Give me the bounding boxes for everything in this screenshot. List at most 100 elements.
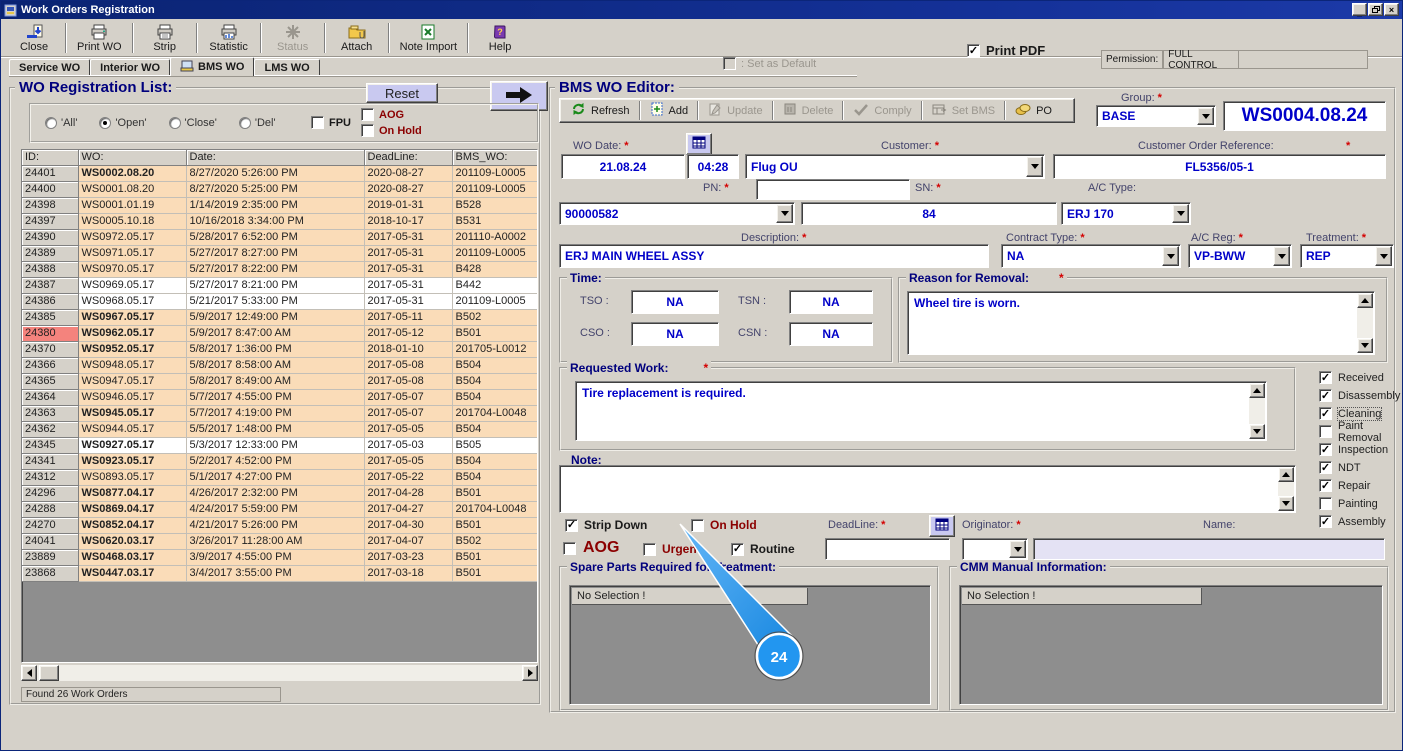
scroll-down-button[interactable]: [1357, 338, 1373, 353]
chevron-down-icon[interactable]: [1197, 107, 1214, 125]
table-row[interactable]: 24364 WS0946.05.17 5/7/2017 4:55:00 PM 2017…: [22, 389, 537, 406]
column-header-date[interactable]: Date:: [186, 150, 365, 166]
chevron-down-icon[interactable]: [1162, 246, 1179, 266]
description-field[interactable]: ERJ MAIN WHEEL ASSY: [559, 244, 989, 268]
scroll-left-button[interactable]: [21, 665, 37, 681]
stage-checkbox-painting[interactable]: [1319, 497, 1332, 510]
column-header-deadline[interactable]: DeadLine:: [364, 150, 453, 166]
on-hold-filter-checkbox[interactable]: [361, 124, 374, 137]
chevron-down-icon[interactable]: [1273, 246, 1290, 266]
table-row[interactable]: 24385 WS0967.05.17 5/9/2017 12:49:00 PM 201…: [22, 309, 537, 326]
table-row[interactable]: 24401 WS0002.08.20 8/27/2020 5:26:00 PM 202…: [22, 165, 537, 182]
table-horizontal-scrollbar[interactable]: [21, 665, 538, 681]
stage-checkbox-cleaning[interactable]: ✓: [1319, 407, 1332, 420]
table-row[interactable]: 24041 WS0620.03.17 3/26/2017 11:28:00 AM 20…: [22, 533, 537, 550]
tab-service-wo[interactable]: Service WO: [9, 59, 91, 76]
table-row[interactable]: 24370 WS0952.05.17 5/8/2017 1:36:00 PM 2018…: [22, 341, 537, 358]
filter-radio-all[interactable]: 'All': [45, 117, 77, 129]
tso-field[interactable]: NA: [631, 290, 719, 314]
stage-checkbox-assembly[interactable]: ✓: [1319, 515, 1332, 528]
stage-checkbox-paint-removal[interactable]: [1319, 425, 1332, 438]
editor-button-po[interactable]: PO: [1008, 100, 1059, 121]
pn-search-field[interactable]: [756, 179, 910, 200]
customer-combo[interactable]: Flug OU: [745, 154, 1045, 179]
wo-time-field[interactable]: 04:28: [687, 154, 739, 179]
set-as-default-checkbox[interactable]: [723, 57, 736, 70]
aog-filter-checkbox[interactable]: [361, 108, 374, 121]
stage-checkbox-received[interactable]: ✓: [1319, 371, 1332, 384]
strip-down-checkbox[interactable]: ✓: [565, 518, 578, 532]
urgent-checkbox[interactable]: [643, 542, 656, 556]
table-row[interactable]: 24366 WS0948.05.17 5/8/2017 8:58:00 AM 2017…: [22, 357, 537, 374]
scrollbar-thumb[interactable]: [39, 665, 59, 681]
acreg-combo[interactable]: VP-BWW: [1188, 244, 1292, 268]
aog-checkbox[interactable]: [563, 541, 576, 555]
note-scrollbar[interactable]: [1278, 467, 1294, 511]
note-textarea[interactable]: [559, 465, 1296, 513]
table-row[interactable]: 24390 WS0972.05.17 5/28/2017 6:52:00 PM 201…: [22, 229, 537, 246]
deadline-calendar-button[interactable]: [929, 515, 955, 537]
table-row[interactable]: 24288 WS0869.04.17 4/24/2017 5:59:00 PM 201…: [22, 501, 537, 518]
tab-bms-wo[interactable]: BMS WO: [170, 57, 255, 76]
toolbar-button-print-wo[interactable]: Print WO: [69, 21, 130, 55]
originator-combo[interactable]: [962, 538, 1028, 560]
table-row[interactable]: 24312 WS0893.05.17 5/1/2017 4:27:00 PM 2017…: [22, 469, 537, 486]
table-row[interactable]: 24388 WS0970.05.17 5/27/2017 8:22:00 PM 201…: [22, 261, 537, 278]
close-window-button[interactable]: ×: [1384, 3, 1399, 16]
stage-checkbox-disassembly[interactable]: ✓: [1319, 389, 1332, 402]
cmm-listbox[interactable]: No Selection !: [959, 585, 1383, 705]
editor-button-update[interactable]: Update: [701, 100, 769, 121]
scroll-up-button[interactable]: [1249, 383, 1265, 398]
routine-checkbox[interactable]: ✓: [731, 542, 744, 556]
deadline-field[interactable]: [825, 538, 950, 560]
chevron-down-icon[interactable]: [1009, 540, 1026, 558]
scroll-right-button[interactable]: [522, 665, 538, 681]
scroll-up-button[interactable]: [1357, 293, 1373, 308]
scroll-up-button[interactable]: [1278, 467, 1294, 482]
chevron-down-icon[interactable]: [1172, 204, 1189, 223]
table-row[interactable]: 24397 WS0005.10.18 10/16/2018 3:34:00 PM 20…: [22, 213, 537, 230]
name-field[interactable]: [1033, 538, 1385, 560]
column-header-bms-wo[interactable]: BMS_WO:: [452, 150, 537, 166]
chevron-down-icon[interactable]: [1026, 156, 1043, 177]
filter-radio-close[interactable]: 'Close': [168, 117, 217, 129]
cmm-empty-item[interactable]: No Selection !: [962, 588, 1202, 605]
treatment-combo[interactable]: REP: [1300, 244, 1394, 268]
wo-date-calendar-button[interactable]: [686, 133, 712, 155]
print-pdf-checkbox[interactable]: ✓: [967, 44, 980, 57]
cso-field[interactable]: NA: [631, 322, 719, 346]
stage-checkbox-inspection[interactable]: ✓: [1319, 443, 1332, 456]
spare-parts-listbox[interactable]: No Selection !: [569, 585, 931, 705]
toolbar-button-attach[interactable]: Attach: [328, 21, 386, 55]
editor-button-comply[interactable]: Comply: [846, 101, 918, 121]
customer-order-reference-field[interactable]: FL5356/05-1: [1053, 154, 1386, 179]
table-row[interactable]: 24389 WS0971.05.17 5/27/2017 8:27:00 PM 201…: [22, 245, 537, 262]
editor-button-refresh[interactable]: Refresh: [564, 100, 637, 121]
table-row[interactable]: 24365 WS0947.05.17 5/8/2017 8:49:00 AM 2017…: [22, 373, 537, 390]
table-row[interactable]: 24398 WS0001.01.19 1/14/2019 2:35:00 PM 201…: [22, 197, 537, 214]
requested-work-textarea[interactable]: Tire replacement is required.: [575, 381, 1267, 441]
column-header-id[interactable]: ID:: [22, 150, 79, 166]
table-row[interactable]: 23868 WS0447.03.17 3/4/2017 3:55:00 PM 2017…: [22, 565, 537, 582]
wo-date-field[interactable]: 21.08.24: [561, 154, 685, 179]
editor-button-set-bms[interactable]: Set BMS: [925, 101, 1002, 121]
table-row[interactable]: 24341 WS0923.05.17 5/2/2017 4:52:00 PM 2017…: [22, 453, 537, 470]
tsn-field[interactable]: NA: [789, 290, 873, 314]
toolbar-button-close[interactable]: Close: [5, 21, 63, 55]
editor-button-add[interactable]: Add: [643, 100, 696, 121]
table-row[interactable]: 23889 WS0468.03.17 3/9/2017 4:55:00 PM 2017…: [22, 549, 537, 566]
table-row[interactable]: 24380 WS0962.05.17 5/9/2017 8:47:00 AM 2017…: [22, 325, 537, 342]
filter-radio-del[interactable]: 'Del': [238, 117, 276, 129]
table-row[interactable]: 24296 WS0877.04.17 4/26/2017 2:32:00 PM 201…: [22, 485, 537, 502]
scroll-down-button[interactable]: [1249, 424, 1265, 439]
tab-interior-wo[interactable]: Interior WO: [90, 59, 171, 76]
minimize-button[interactable]: _: [1352, 3, 1367, 18]
table-row[interactable]: 24270 WS0852.04.17 4/21/2017 5:26:00 PM 201…: [22, 517, 537, 534]
editor-button-delete[interactable]: Delete: [776, 100, 841, 121]
table-row[interactable]: 24363 WS0945.05.17 5/7/2017 4:19:00 PM 2017…: [22, 405, 537, 422]
toolbar-button-statistic[interactable]: Statistic: [200, 21, 258, 55]
reason-scrollbar[interactable]: [1357, 293, 1373, 353]
table-row[interactable]: 24362 WS0944.05.17 5/5/2017 1:48:00 PM 2017…: [22, 421, 537, 438]
table-row[interactable]: 24345 WS0927.05.17 5/3/2017 12:33:00 PM 201…: [22, 437, 537, 454]
contract-type-combo[interactable]: NA: [1001, 244, 1181, 268]
